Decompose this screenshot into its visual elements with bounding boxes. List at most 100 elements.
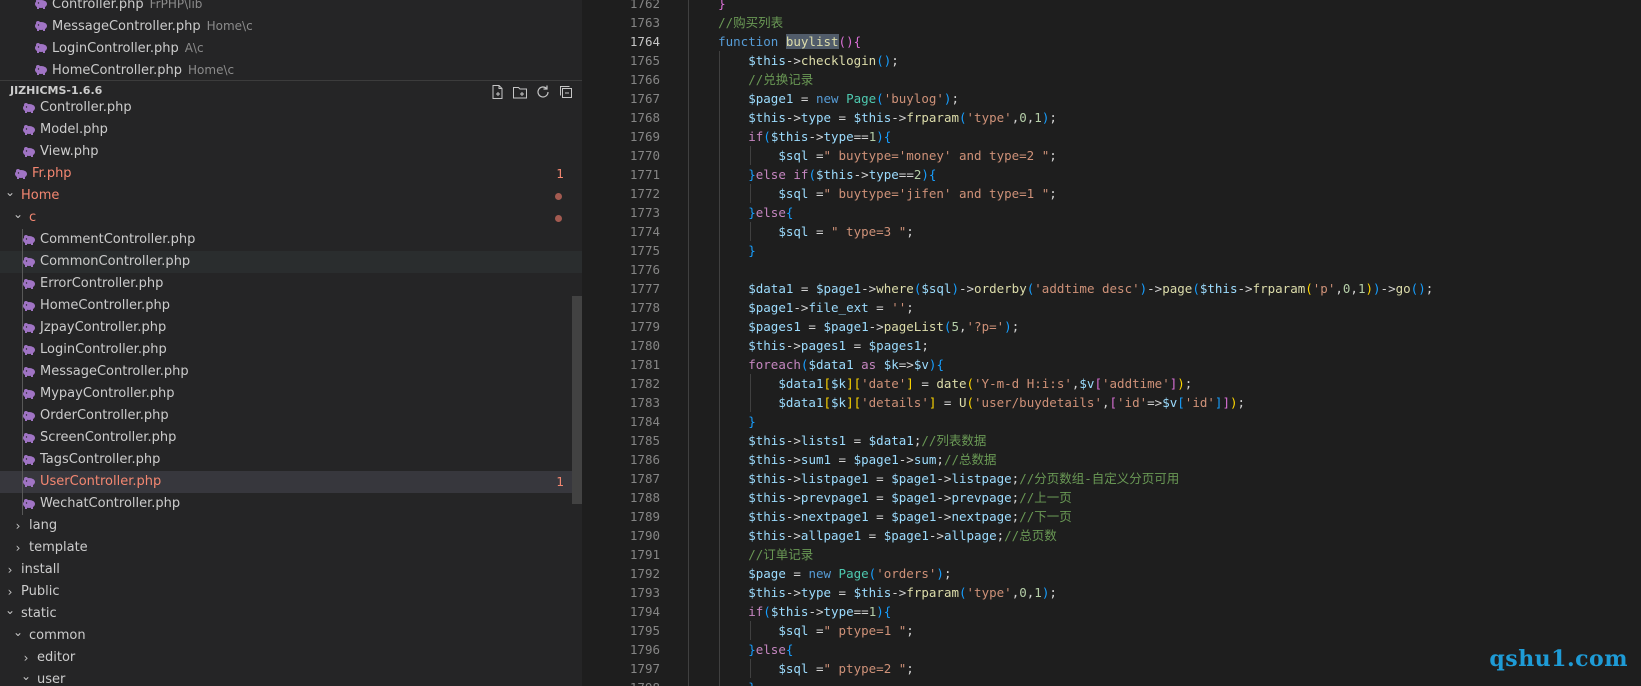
open-editor-homecontroller-php[interactable]: HomeController.php Home\c (0, 59, 582, 81)
tree-item-commoncontroller-php[interactable]: CommonController.php (0, 251, 582, 273)
open-editor-messagecontroller-php[interactable]: MessageController.php Home\c (0, 15, 582, 37)
code-line[interactable]: } (688, 241, 756, 260)
code-line[interactable]: $this->nextpage1 = $page1->nextpage;//下一… (688, 507, 1072, 526)
code-line[interactable]: $this->checklogin(); (688, 51, 899, 70)
code-line[interactable]: }else{ (688, 640, 793, 659)
chevron-down-icon[interactable]: ⌄ (4, 181, 16, 203)
sidebar-scrollbar[interactable] (572, 296, 582, 504)
code-line[interactable]: } (688, 678, 756, 686)
tree-item-editor[interactable]: › editor (0, 647, 582, 669)
code-token: ( (959, 110, 967, 125)
tree-item-static[interactable]: ⌄ static (0, 603, 582, 625)
tree-item-model-php[interactable]: Model.php (0, 119, 582, 141)
tree-item-ordercontroller-php[interactable]: OrderController.php (0, 405, 582, 427)
file-label: ScreenController.php (40, 427, 176, 449)
item-name: MypayController.php (40, 386, 175, 401)
line-number: 1774 (629, 224, 660, 239)
folder-label: editor (37, 647, 75, 669)
code-line[interactable]: //兑换记录 (688, 70, 813, 89)
tree-item-screencontroller-php[interactable]: ScreenController.php (0, 427, 582, 449)
file-label: HomeController.php (40, 295, 170, 317)
code-token: type (800, 585, 832, 600)
code-line[interactable]: $this->pages1 = $pages1; (688, 336, 929, 355)
tree-item-lang[interactable]: › lang (0, 515, 582, 537)
tree-item-template[interactable]: › template (0, 537, 582, 559)
code-token: $this (748, 452, 786, 467)
code-line[interactable]: //订单记录 (688, 545, 813, 564)
code-token: buylist (785, 34, 839, 49)
code-line[interactable]: $this->sum1 = $page1->sum;//总数据 (688, 450, 996, 469)
code-line[interactable]: $sql =" ptype=2 "; (688, 659, 914, 678)
code-line[interactable]: //购买列表 (688, 13, 783, 32)
code-line[interactable]: $page = new Page('orders'); (688, 564, 951, 583)
code-line[interactable]: } (688, 412, 756, 431)
tree-item-user[interactable]: ⌄ user (0, 669, 582, 686)
code-token: pages1 (800, 338, 847, 353)
tree-item-fr-php[interactable]: Fr.php 1 (0, 163, 582, 185)
code-line[interactable]: $this->listpage1 = $page1->listpage;//分页… (688, 469, 1179, 488)
line-number: 1763 (629, 15, 660, 30)
chevron-right-icon[interactable]: › (12, 515, 24, 537)
tree-item-view-php[interactable]: View.php (0, 141, 582, 163)
code-line[interactable]: $pages1 = $page1->pageList(5,'?p='); (688, 317, 1019, 336)
chevron-right-icon[interactable]: › (4, 559, 16, 581)
tree-item-homecontroller-php[interactable]: HomeController.php (0, 295, 582, 317)
tree-item-public[interactable]: › Public (0, 581, 582, 603)
tree-item-jzpaycontroller-php[interactable]: JzpayController.php (0, 317, 582, 339)
code-line[interactable]: $page1 = new Page('buylog'); (688, 89, 959, 108)
code-line[interactable]: $data1[$k]['date'] = date('Y-m-d H:i:s',… (688, 374, 1192, 393)
code-line[interactable]: }else{ (688, 203, 793, 222)
code-token: = (808, 661, 824, 676)
code-line[interactable]: }else if($this->type==2){ (688, 165, 936, 184)
tree-item-usercontroller-php[interactable]: UserController.php 1 (0, 471, 582, 493)
chevron-down-icon[interactable]: ⌄ (12, 621, 24, 643)
code-line[interactable]: $sql =" buytype='jifen' and type=1 "; (688, 184, 1056, 203)
code-line[interactable]: foreach($data1 as $k=>$v){ (688, 355, 944, 374)
code-token: $this (748, 110, 786, 125)
chevron-right-icon[interactable]: › (12, 537, 24, 559)
chevron-down-icon[interactable]: ⌄ (20, 665, 32, 686)
tree-item-logincontroller-php[interactable]: LoginController.php (0, 339, 582, 361)
code-line[interactable]: $this->lists1 = $data1;//列表数据 (688, 431, 986, 450)
code-line[interactable]: $sql =" ptype=1 "; (688, 621, 914, 640)
code-editor[interactable]: 1762 1763 1764 1765 1766 1767 1768 1769 1770 1771… (582, 0, 1641, 686)
code-line[interactable]: $sql = " type=3 "; (688, 222, 913, 241)
tree-item-controller-php[interactable]: Controller.php (0, 97, 582, 119)
code-line[interactable]: $this->allpage1 = $page1->allpage;//总页数 (688, 526, 1057, 545)
code-line[interactable]: function buylist(){ (688, 32, 861, 51)
code-line[interactable]: if($this->type==1){ (688, 127, 891, 146)
code-line[interactable]: } (688, 0, 726, 13)
chevron-down-icon[interactable]: ⌄ (4, 599, 16, 621)
tree-item-mypaycontroller-php[interactable]: MypayController.php (0, 383, 582, 405)
tree-item-wechatcontroller-php[interactable]: WechatController.php (0, 493, 582, 515)
code-token: $pages1 (748, 319, 801, 334)
code-line[interactable]: $page1->file_ext = ''; (688, 298, 914, 317)
code-line[interactable]: $data1 = $page1->where($sql)->orderby('a… (688, 279, 1433, 298)
folder-label: Public (21, 581, 59, 603)
code-line[interactable]: $sql =" buytype='money' and type=2 "; (688, 146, 1056, 165)
code-line[interactable]: $this->type = $this->frparam('type',0,1)… (688, 583, 1057, 602)
chevron-down-icon[interactable]: ⌄ (12, 203, 24, 225)
code-token: else (755, 642, 786, 657)
code-token: -> (928, 528, 944, 543)
tree-item-common[interactable]: ⌄ common (0, 625, 582, 647)
tree-item-tagscontroller-php[interactable]: TagsController.php (0, 449, 582, 471)
open-editor-logincontroller-php[interactable]: LoginController.php A\c (0, 37, 582, 59)
tree-item-home[interactable]: ⌄ Home (0, 185, 582, 207)
item-name: template (29, 540, 88, 555)
code-line[interactable]: $data1[$k]['details'] = U('user/buydetai… (688, 393, 1245, 412)
php-file-icon (23, 345, 35, 355)
code-line[interactable]: $this->prevpage1 = $page1->prevpage;//上一… (688, 488, 1072, 507)
tree-item-messagecontroller-php[interactable]: MessageController.php (0, 361, 582, 383)
code-line[interactable]: $this->type = $this->frparam('type',0,1)… (688, 108, 1057, 127)
code-line[interactable]: if($this->type==1){ (688, 602, 891, 621)
tree-item-install[interactable]: › install (0, 559, 582, 581)
open-editor-controller-php[interactable]: Controller.php FrPHP\lib (0, 0, 582, 15)
code-token: == (853, 604, 869, 619)
tree-item-errorcontroller-php[interactable]: ErrorController.php (0, 273, 582, 295)
tree-item-c[interactable]: ⌄ c (0, 207, 582, 229)
tree-item-commentcontroller-php[interactable]: CommentController.php (0, 229, 582, 251)
